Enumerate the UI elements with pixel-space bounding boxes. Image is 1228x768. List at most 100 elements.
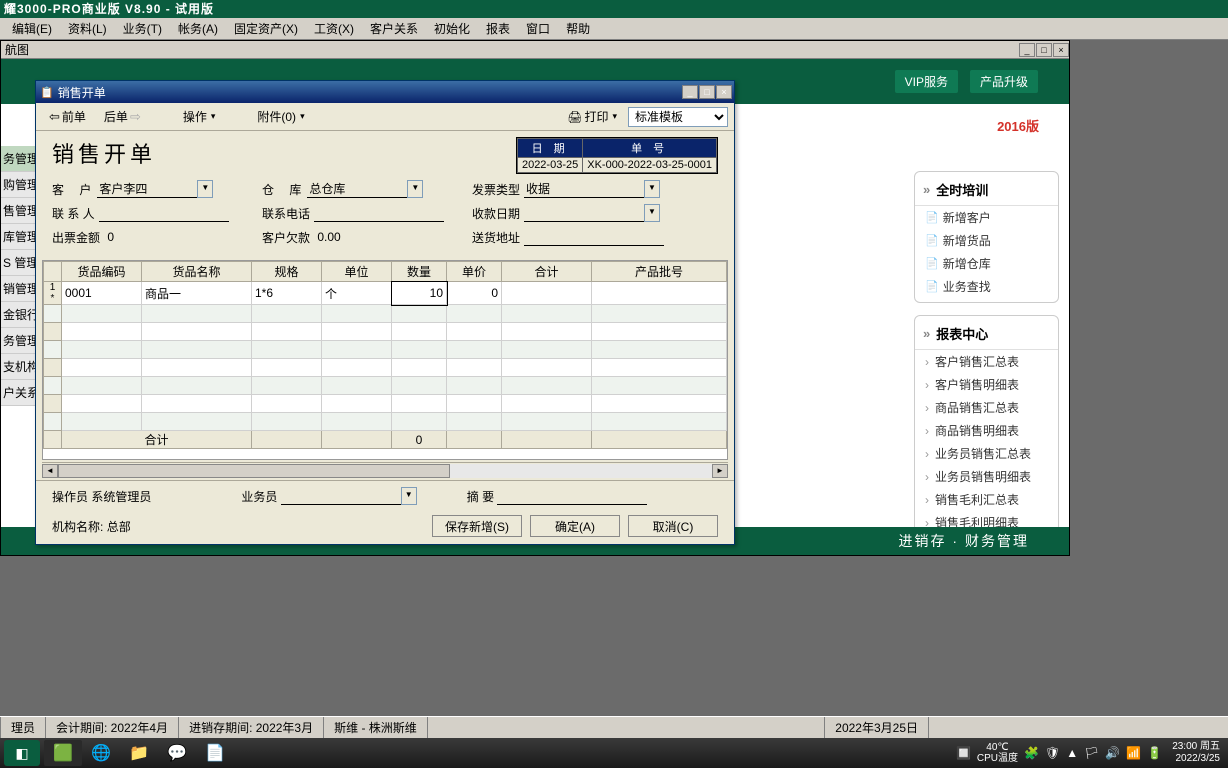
operation-dropdown[interactable]: 操作 (176, 105, 223, 128)
sidebar-item[interactable]: 户关系 (1, 380, 38, 406)
report-link[interactable]: 业务员销售明细表 (915, 465, 1058, 488)
taskbar-clock[interactable]: 23:00 周五 2022/3/25 (1168, 741, 1224, 765)
salesman-dropdown-button[interactable]: ▼ (401, 487, 417, 505)
scroll-thumb[interactable] (58, 464, 450, 478)
menu-help[interactable]: 帮助 (558, 20, 598, 37)
menu-data[interactable]: 资料(L) (60, 20, 115, 37)
tray-icon[interactable]: 🔋 (1147, 746, 1162, 760)
menu-business[interactable]: 业务(T) (115, 20, 170, 37)
upgrade-button[interactable]: 产品升级 (969, 69, 1039, 94)
cell-price[interactable]: 0 (447, 282, 502, 305)
menu-report[interactable]: 报表 (478, 20, 518, 37)
invoice-type-input[interactable] (524, 180, 644, 198)
sidebar-item[interactable]: 售管理 (1, 198, 38, 224)
tray-icon[interactable]: 🏳 (1084, 746, 1099, 760)
paydate-input[interactable] (524, 204, 644, 222)
grid-hscrollbar[interactable]: ◄ ► (42, 462, 728, 478)
cell-code[interactable]: 0001 (62, 282, 142, 305)
sidebar-item[interactable]: 购管理 (1, 172, 38, 198)
save-new-button[interactable]: 保存新增(S) (432, 515, 522, 537)
report-link[interactable]: 销售毛利汇总表 (915, 488, 1058, 511)
tray-icon[interactable]: ▲ (1066, 746, 1078, 760)
menu-assets[interactable]: 固定资产(X) (226, 20, 306, 37)
template-select[interactable]: 标准模板 (628, 107, 728, 127)
dialog-min-button[interactable]: _ (682, 85, 698, 99)
customer-input[interactable] (97, 180, 197, 198)
cell-unit[interactable]: 个 (322, 282, 392, 305)
salesman-input[interactable] (281, 487, 401, 505)
warehouse-dropdown-button[interactable]: ▼ (407, 180, 423, 198)
taskbar-explorer-icon[interactable]: 📁 (120, 740, 158, 766)
dialog-max-button[interactable]: □ (699, 85, 715, 99)
sidebar-item[interactable]: 务管理 (1, 146, 38, 172)
row-index[interactable]: 1 * (44, 282, 62, 305)
sidebar-item[interactable]: 支机构 (1, 354, 38, 380)
cell-total[interactable] (502, 282, 592, 305)
items-grid[interactable]: 货品编码 货品名称 规格 单位 数量 单价 合计 产品批号 1 * 0001 商… (42, 260, 728, 460)
tray-icon[interactable]: 🛡 (1045, 746, 1060, 760)
tray-volume-icon[interactable]: 🔊 (1105, 746, 1120, 760)
sidebar-item[interactable]: 务管理 (1, 328, 38, 354)
customer-dropdown-button[interactable]: ▼ (197, 180, 213, 198)
sidebar-item[interactable]: 销管理 (1, 276, 38, 302)
link-new-goods[interactable]: 新增货品 (915, 229, 1058, 252)
menu-salary[interactable]: 工资(X) (306, 20, 362, 37)
start-button[interactable]: ◧ (4, 740, 40, 766)
scroll-right-button[interactable]: ► (712, 464, 728, 478)
link-biz-search[interactable]: 业务查找 (915, 275, 1058, 298)
nav-max-button[interactable]: □ (1036, 43, 1052, 57)
next-order-button[interactable]: 后单⇨ (97, 105, 148, 128)
col-total[interactable]: 合计 (502, 262, 592, 282)
report-link[interactable]: 业务员销售汇总表 (915, 442, 1058, 465)
sidebar-item[interactable]: S 管理 (1, 250, 38, 276)
cell-name[interactable]: 商品一 (142, 282, 252, 305)
taskbar-app-icon[interactable]: 🟩 (44, 740, 82, 766)
report-link[interactable]: 客户销售明细表 (915, 373, 1058, 396)
taskbar-ie-icon[interactable]: 🌐 (82, 740, 120, 766)
col-spec[interactable]: 规格 (252, 262, 322, 282)
menu-account[interactable]: 帐务(A) (170, 20, 226, 37)
confirm-button[interactable]: 确定(A) (530, 515, 620, 537)
scroll-left-button[interactable]: ◄ (42, 464, 58, 478)
prev-order-button[interactable]: ⇦前单 (42, 105, 93, 128)
menu-init[interactable]: 初始化 (426, 20, 478, 37)
col-code[interactable]: 货品编码 (62, 262, 142, 282)
nav-close-button[interactable]: × (1053, 43, 1069, 57)
paydate-dropdown-button[interactable]: ▼ (644, 204, 660, 222)
invoice-type-dropdown-button[interactable]: ▼ (644, 180, 660, 198)
phone-input[interactable] (314, 204, 444, 222)
tray-network-icon[interactable]: 📶 (1126, 746, 1141, 760)
system-tray[interactable]: 🔲 40℃CPU温度 🧩 🛡 ▲ 🏳 🔊 📶 🔋 23:00 周五 2022/3… (956, 741, 1224, 765)
tray-icon[interactable]: 🧩 (1024, 746, 1039, 760)
sidebar-item[interactable]: 金银行 (1, 302, 38, 328)
col-unit[interactable]: 单位 (322, 262, 392, 282)
addr-input[interactable] (524, 228, 664, 246)
taskbar-wechat-icon[interactable]: 💬 (158, 740, 196, 766)
menu-crm[interactable]: 客户关系 (362, 20, 426, 37)
report-link[interactable]: 商品销售汇总表 (915, 396, 1058, 419)
attachment-button[interactable]: 附件(0) (250, 105, 311, 128)
menu-window[interactable]: 窗口 (518, 20, 558, 37)
col-name[interactable]: 货品名称 (142, 262, 252, 282)
report-link[interactable]: 客户销售汇总表 (915, 350, 1058, 373)
menu-edit[interactable]: 编辑(E) (4, 20, 60, 37)
vip-service-button[interactable]: VIP服务 (894, 69, 959, 94)
report-link[interactable]: 商品销售明细表 (915, 419, 1058, 442)
contact-input[interactable] (99, 204, 229, 222)
summary-input[interactable] (497, 487, 647, 505)
sidebar-item[interactable]: 库管理 (1, 224, 38, 250)
cancel-button[interactable]: 取消(C) (628, 515, 718, 537)
warehouse-input[interactable] (307, 180, 407, 198)
col-qty[interactable]: 数量 (392, 262, 447, 282)
col-price[interactable]: 单价 (447, 262, 502, 282)
print-button[interactable]: 🖨打印 (560, 105, 624, 128)
taskbar-word-icon[interactable]: 📄 (196, 740, 234, 766)
link-new-warehouse[interactable]: 新增仓库 (915, 252, 1058, 275)
cell-batch[interactable] (592, 282, 727, 305)
cell-qty-editing[interactable]: 10 (392, 282, 447, 305)
link-new-customer[interactable]: 新增客户 (915, 206, 1058, 229)
nav-min-button[interactable]: _ (1019, 43, 1035, 57)
col-batch[interactable]: 产品批号 (592, 262, 727, 282)
dialog-close-button[interactable]: × (716, 85, 732, 99)
cell-spec[interactable]: 1*6 (252, 282, 322, 305)
